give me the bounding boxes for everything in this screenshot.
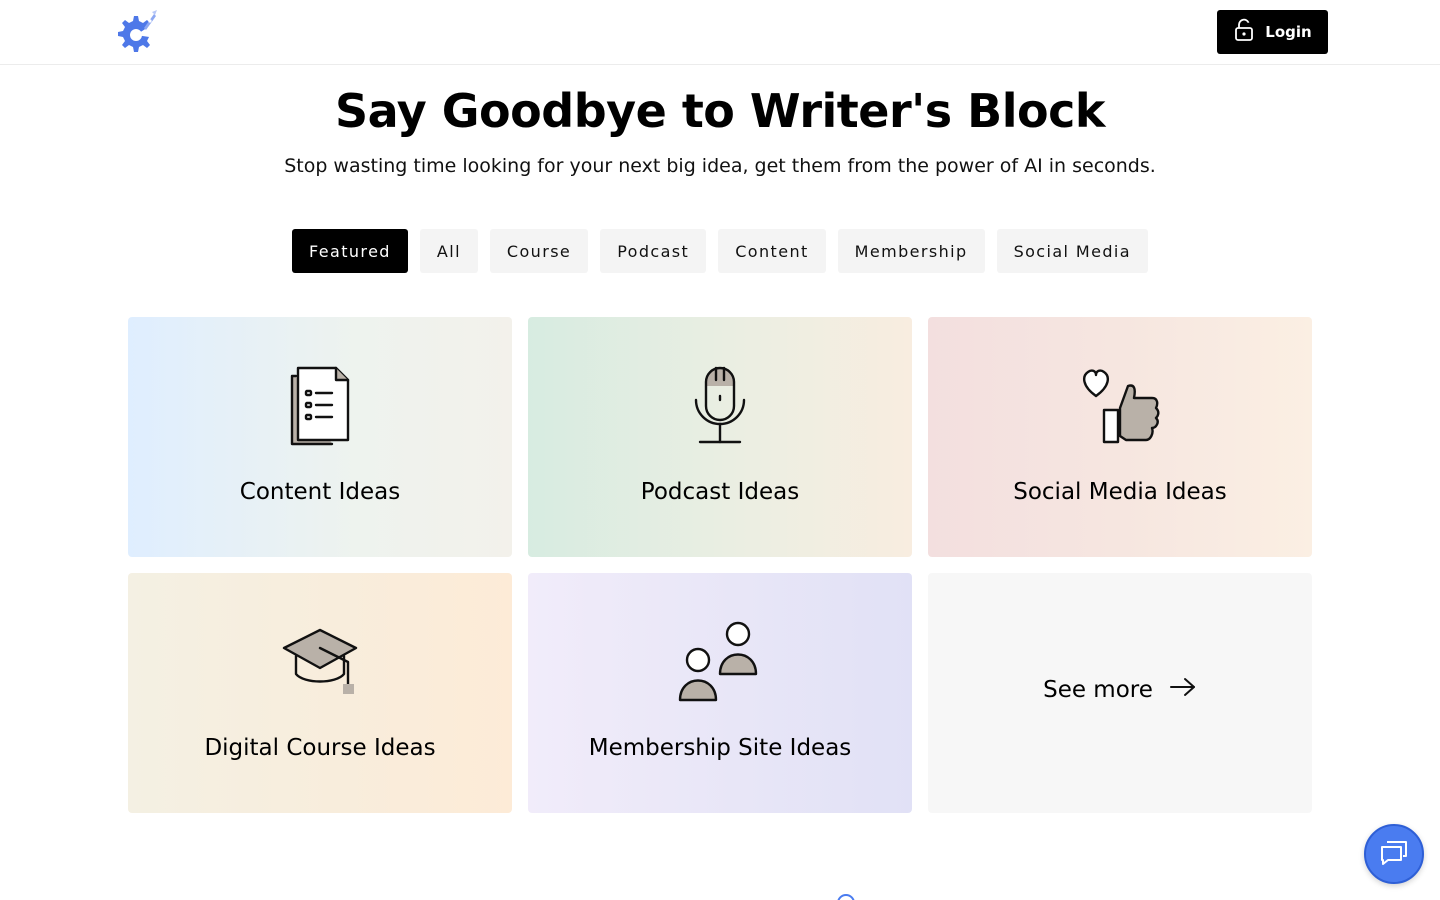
tab-content[interactable]: Content [718,229,826,273]
graduation-cap-icon [280,626,360,702]
login-button[interactable]: Login [1217,10,1328,54]
card-label: Membership Site Ideas [588,735,852,761]
card-digital-course-ideas[interactable]: Digital Course Ideas [128,573,512,813]
microphone-icon [690,364,750,452]
card-membership-site-ideas[interactable]: Membership Site Ideas [528,573,912,813]
top-header: Login [0,0,1440,65]
login-label: Login [1265,23,1312,41]
arrow-right-icon [1169,676,1197,704]
tab-course[interactable]: Course [489,229,589,273]
unlock-icon [1233,18,1255,46]
see-more-link[interactable]: See more [928,676,1312,704]
card-podcast-ideas[interactable]: Podcast Ideas [528,317,912,557]
category-tabs: Featured All Course Podcast Content Memb… [0,229,1440,273]
see-more-card[interactable]: See more [928,573,1312,813]
card-social-media-ideas[interactable]: Social Media Ideas [928,317,1312,557]
tab-featured[interactable]: Featured [292,229,408,273]
card-label: Social Media Ideas [1013,479,1227,505]
users-icon [678,620,762,708]
card-label: Content Ideas [239,479,401,505]
card-label: Digital Course Ideas [204,735,436,761]
loading-spinner-icon [836,893,856,900]
page-title: Say Goodbye to Writer's Block [335,84,1105,138]
tab-social-media[interactable]: Social Media [996,229,1148,273]
tab-podcast[interactable]: Podcast [600,229,707,273]
card-content-ideas[interactable]: Content Ideas [128,317,512,557]
tab-all[interactable]: All [419,229,478,273]
thumbs-up-heart-icon [1078,364,1162,452]
chat-bubbles-icon [1379,838,1409,870]
card-label: Podcast Ideas [640,479,800,505]
chat-widget-button[interactable] [1364,824,1424,884]
document-list-icon [288,364,352,452]
page-subtitle: Stop wasting time looking for your next … [284,155,1156,177]
see-more-label: See more [1043,677,1153,703]
tab-membership[interactable]: Membership [837,229,985,273]
gear-rocket-logo-icon[interactable] [110,8,160,56]
